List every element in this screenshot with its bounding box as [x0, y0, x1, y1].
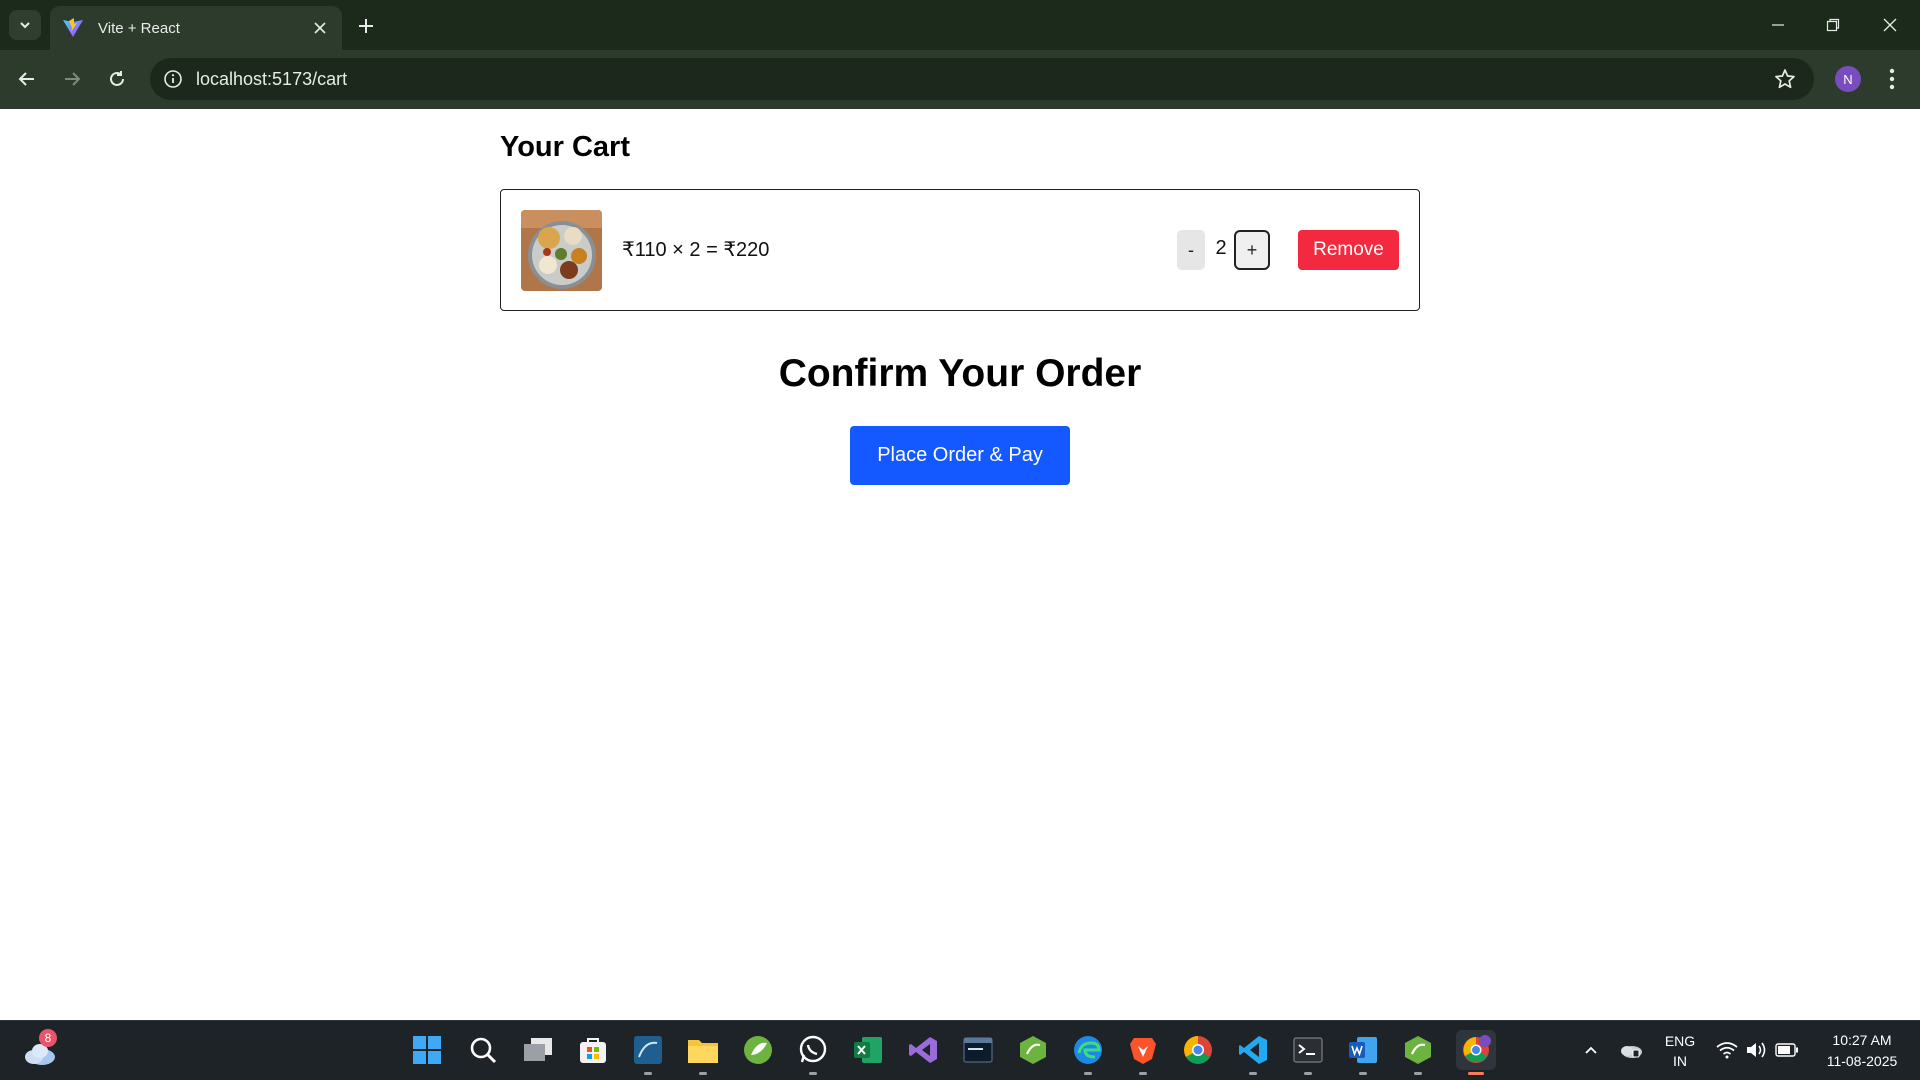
start-icon[interactable]: [410, 1033, 444, 1067]
browser-titlebar: Vite + React: [0, 0, 1920, 50]
running-indicator: [644, 1072, 652, 1075]
arrow-right-icon: [65, 72, 81, 86]
mysql-shell-icon[interactable]: [961, 1033, 995, 1067]
food-item-image: [521, 210, 602, 291]
running-indicator: [1139, 1072, 1147, 1075]
close-icon: [1883, 18, 1897, 32]
chrome-icon[interactable]: [1181, 1033, 1215, 1067]
mysql-workbench-icon[interactable]: [631, 1033, 665, 1067]
cart-title: Your Cart: [500, 131, 630, 163]
onedrive-icon[interactable]: [1616, 1033, 1646, 1067]
running-indicator: [699, 1072, 707, 1075]
running-indicator: [1304, 1072, 1312, 1075]
running-indicator: [1249, 1072, 1257, 1075]
wifi-icon[interactable]: [1712, 1033, 1742, 1067]
reload-icon: [110, 71, 124, 86]
url-text[interactable]: localhost:5173/cart: [196, 69, 1772, 90]
increase-quantity-button[interactable]: +: [1234, 230, 1270, 270]
arrow-left-icon: [18, 72, 34, 86]
chrome-profile-icon[interactable]: [1456, 1030, 1496, 1070]
forward-button[interactable]: [56, 63, 88, 95]
decrease-quantity-button[interactable]: -: [1177, 230, 1205, 270]
show-hidden-icons-button[interactable]: [1576, 1033, 1606, 1067]
remove-item-button[interactable]: Remove: [1298, 230, 1399, 270]
spring-boot-icon[interactable]: [1016, 1033, 1050, 1067]
profile-avatar[interactable]: N: [1835, 66, 1861, 92]
active-indicator: [1468, 1072, 1484, 1075]
browser-menu-button[interactable]: [1880, 64, 1904, 94]
clock-time[interactable]: 10:27 AM: [1812, 1032, 1912, 1048]
running-indicator: [1084, 1072, 1092, 1075]
tab-title: Vite + React: [98, 19, 180, 37]
vscode-icon[interactable]: [1236, 1033, 1270, 1067]
terminal-icon[interactable]: [1291, 1033, 1325, 1067]
brave-icon[interactable]: [1126, 1033, 1160, 1067]
page-content: Your Cart ₹110 × 2 = ₹220 - 2 + Remove C…: [0, 109, 1920, 1020]
spring-tool-icon[interactable]: [741, 1033, 775, 1067]
chevron-up-icon: [1585, 1046, 1597, 1054]
restore-button[interactable]: [1813, 10, 1853, 40]
back-button[interactable]: [11, 63, 43, 95]
site-info-icon[interactable]: [162, 68, 184, 90]
file-explorer-icon[interactable]: [686, 1033, 720, 1067]
address-bar[interactable]: localhost:5173/cart: [150, 58, 1814, 100]
clock-date[interactable]: 11-08-2025: [1812, 1053, 1912, 1069]
windows-taskbar: 8 ENG IN 10:27 AM 11-08-2025: [0, 1020, 1920, 1080]
tab-search-button[interactable]: [9, 10, 41, 40]
minimize-icon: [1772, 24, 1784, 26]
whatsapp-icon[interactable]: [796, 1033, 830, 1067]
new-tab-button[interactable]: [352, 12, 380, 40]
place-order-pay-button[interactable]: Place Order & Pay: [850, 426, 1070, 485]
item-price-line: ₹110 × 2 = ₹220: [622, 239, 770, 261]
bookmark-star-icon[interactable]: [1772, 66, 1798, 92]
plus-icon: [359, 19, 373, 33]
word-icon[interactable]: [1346, 1033, 1380, 1067]
task-view-icon[interactable]: [521, 1033, 555, 1067]
tab-close-icon[interactable]: [310, 18, 330, 38]
browser-tab-active[interactable]: Vite + React: [50, 6, 342, 50]
excel-icon[interactable]: [851, 1033, 885, 1067]
running-indicator: [809, 1072, 817, 1075]
restore-icon: [1826, 18, 1840, 32]
language-line2[interactable]: IN: [1660, 1053, 1700, 1069]
running-indicator: [1414, 1072, 1422, 1075]
running-indicator: [1359, 1072, 1367, 1075]
quantity-value: 2: [1215, 237, 1227, 259]
close-window-button[interactable]: [1870, 10, 1910, 40]
chevron-down-icon: [20, 22, 30, 29]
visual-studio-icon[interactable]: [906, 1033, 940, 1067]
more-vertical-icon: [1889, 68, 1895, 90]
spring-icon-2[interactable]: [1401, 1033, 1435, 1067]
edge-icon[interactable]: [1071, 1033, 1105, 1067]
search-icon[interactable]: [466, 1033, 500, 1067]
browser-toolbar: localhost:5173/cart N: [0, 50, 1920, 109]
confirm-order-heading: Confirm Your Order: [778, 352, 1142, 395]
reload-button[interactable]: [101, 63, 133, 95]
volume-icon[interactable]: [1742, 1033, 1772, 1067]
minimize-button[interactable]: [1758, 10, 1798, 40]
cart-item: ₹110 × 2 = ₹220 - 2 + Remove: [500, 189, 1420, 311]
vite-logo-icon: [63, 18, 83, 37]
battery-icon[interactable]: [1772, 1033, 1802, 1067]
language-line1[interactable]: ENG: [1660, 1033, 1700, 1049]
notification-badge: 8: [39, 1029, 57, 1047]
store-icon[interactable]: [576, 1033, 610, 1067]
